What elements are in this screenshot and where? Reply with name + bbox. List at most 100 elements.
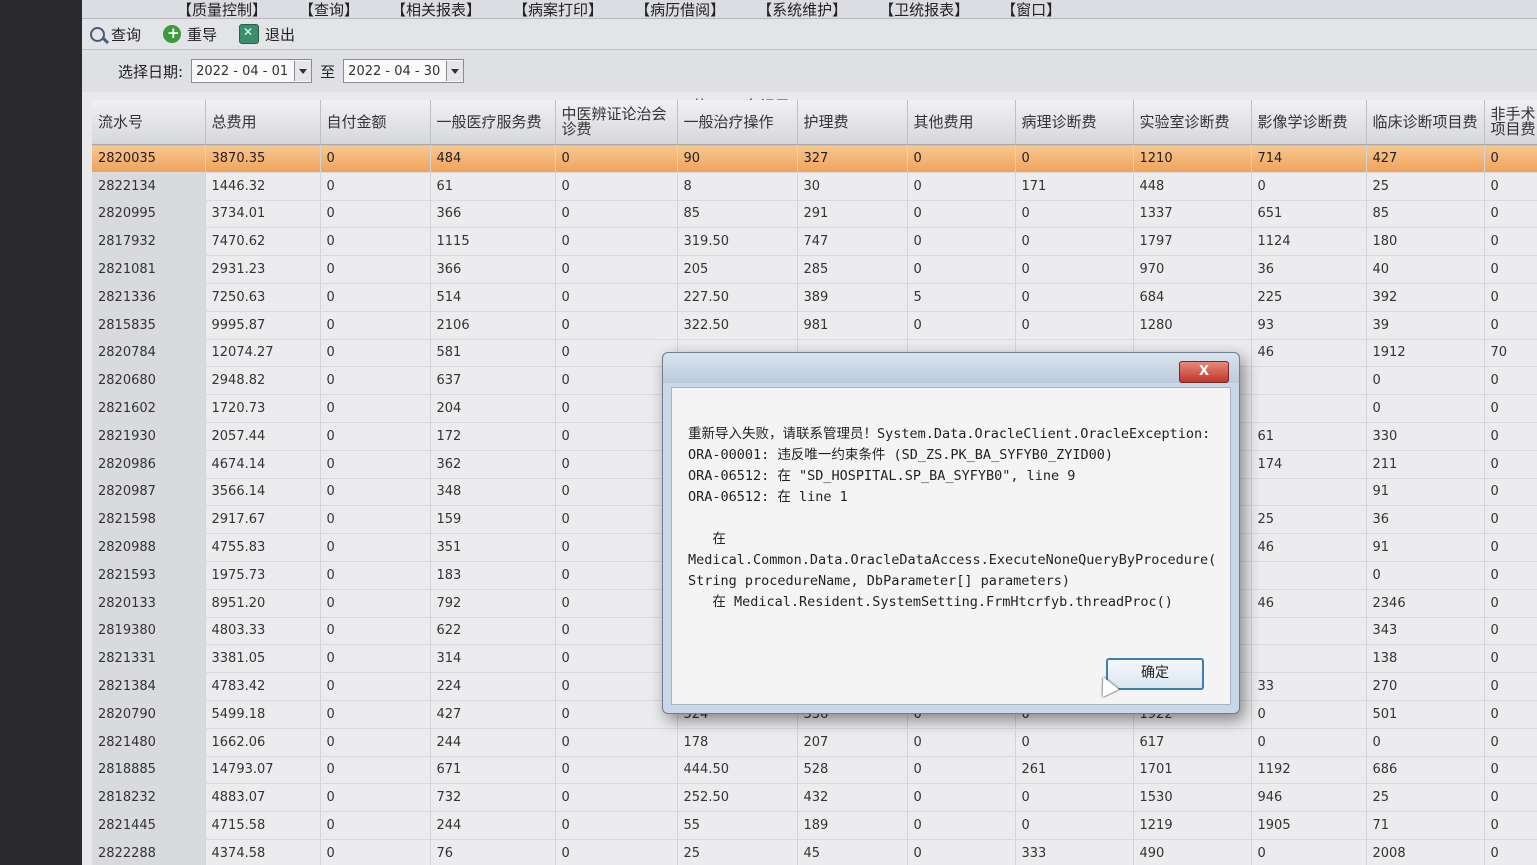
table-cell: 0 — [907, 200, 1016, 229]
table-row[interactable]: 2820995 3734.01 0 366 0 85 291 0 0 1337 651 85 0 — [92, 200, 1537, 229]
table-cell: 1530 — [1133, 783, 1252, 813]
ok-button[interactable]: 确定 — [1106, 658, 1204, 690]
table-cell: 0 — [555, 756, 678, 785]
column-header[interactable]: 一般治疗操作 — [677, 100, 798, 145]
table-cell: 90 — [677, 144, 798, 173]
table-cell: 970 — [1133, 255, 1252, 284]
table-cell: 0 — [1484, 200, 1537, 229]
column-header[interactable]: 总费用 — [205, 100, 321, 145]
table-cell: 4803.33 — [205, 617, 321, 646]
menu-health-statistics[interactable]: 【卫统报表】 — [879, 0, 969, 20]
table-cell: 0 — [555, 839, 678, 865]
table-cell: 651 — [1251, 200, 1367, 229]
query-button[interactable]: 查询 — [90, 24, 141, 45]
table-cell: 46 — [1251, 533, 1367, 562]
table-cell: 0 — [555, 144, 678, 173]
table-cell: 85 — [677, 200, 798, 229]
table-cell: 0 — [907, 144, 1016, 173]
table-cell: 2822288 — [92, 839, 206, 865]
table-cell: 2948.82 — [205, 366, 321, 396]
table-cell: 1720.73 — [205, 394, 321, 423]
table-cell: 0 — [1015, 144, 1134, 173]
table-cell: 322.50 — [677, 311, 798, 340]
table-cell: 0 — [1251, 728, 1367, 757]
menu-system-maintenance[interactable]: 【系统维护】 — [757, 0, 847, 20]
column-header[interactable]: 影像学诊断费 — [1251, 100, 1367, 145]
table-cell: 0 — [320, 283, 431, 312]
table-cell: 61 — [430, 172, 556, 201]
table-row[interactable]: 2822288 4374.58 0 76 0 25 45 0 333 490 0 2008 0 — [92, 839, 1537, 865]
table-cell: 0 — [1484, 172, 1537, 201]
column-header[interactable]: 一般医疗服务费 — [430, 100, 556, 145]
table-row[interactable]: 2817932 7470.62 0 1115 0 319.50 747 0 0 1797 1124 1… — [92, 227, 1537, 257]
menu-record-borrow[interactable]: 【病历借阅】 — [635, 0, 725, 20]
table-cell: 2931.23 — [205, 255, 321, 284]
menu-record-print[interactable]: 【病案打印】 — [513, 0, 603, 20]
table-cell: 0 — [320, 533, 431, 562]
table-cell: 172 — [430, 422, 556, 451]
table-cell: 93 — [1251, 311, 1367, 340]
start-date-picker[interactable]: 2022 - 04 - 01 — [191, 59, 313, 83]
column-header[interactable]: 临床诊断项目费 — [1366, 100, 1485, 145]
reimport-button[interactable]: 重导 — [163, 24, 217, 45]
table-cell: 0 — [320, 811, 431, 840]
table-cell: 225 — [1251, 283, 1367, 312]
table-cell: 0 — [1484, 644, 1537, 674]
table-cell: 2821081 — [92, 255, 206, 284]
table-row[interactable]: 2820035 3870.35 0 484 0 90 327 0 0 1210 714 427 0 — [92, 144, 1537, 173]
table-cell: 432 — [797, 783, 908, 813]
column-header[interactable]: 实验室诊断费 — [1133, 100, 1252, 145]
chevron-down-icon[interactable] — [294, 61, 312, 81]
table-cell: 70 — [1484, 339, 1537, 368]
table-cell: 343 — [1366, 617, 1485, 646]
table-cell: 622 — [430, 617, 556, 646]
table-cell: 348 — [430, 478, 556, 507]
table-cell: 514 — [430, 283, 556, 312]
table-cell: 61 — [1251, 422, 1367, 451]
column-header[interactable]: 流水号 — [92, 100, 206, 145]
column-header[interactable]: 病理诊断费 — [1015, 100, 1134, 145]
table-cell: 14793.07 — [205, 756, 321, 785]
table-cell: 0 — [1484, 589, 1537, 618]
table-row[interactable]: 2821081 2931.23 0 366 0 205 285 0 0 970 36 40 0 — [92, 255, 1537, 284]
table-cell: 0 — [320, 366, 431, 396]
table-row[interactable]: 2821336 7250.63 0 514 0 227.50 389 5 0 684 225 392 0 — [92, 283, 1537, 312]
table-cell: 46 — [1251, 339, 1367, 368]
end-date-picker[interactable]: 2022 - 04 - 30 — [343, 59, 465, 83]
column-header[interactable]: 护理费 — [797, 100, 908, 145]
toolbar: 查询 重导 退出 — [82, 19, 1537, 50]
table-cell: 362 — [430, 450, 556, 479]
menu-reports[interactable]: 【相关报表】 — [391, 0, 481, 20]
table-cell: 180 — [1366, 227, 1485, 257]
table-cell: 4755.83 — [205, 533, 321, 562]
table-cell: 684 — [1133, 283, 1252, 312]
table-cell: 448 — [1133, 172, 1252, 201]
menu-window[interactable]: 【窗口】 — [1001, 0, 1061, 20]
table-cell: 2821930 — [92, 422, 206, 451]
table-cell: 1219 — [1133, 811, 1252, 840]
table-cell: 1905 — [1251, 811, 1367, 840]
application-window: 【质量控制】 【查询】 【相关报表】 【病案打印】 【病历借阅】 【系统维护】 … — [82, 0, 1537, 865]
column-header[interactable]: 非手术项目费 — [1484, 100, 1537, 145]
table-cell: 366 — [430, 200, 556, 229]
table-row[interactable]: 2821480 1662.06 0 244 0 178 207 0 0 617 0 0 0 — [92, 728, 1537, 757]
menu-quality-control[interactable]: 【质量控制】 — [177, 0, 267, 20]
table-row[interactable]: 2822134 1446.32 0 61 0 8 30 0 171 448 0 25 0 — [92, 172, 1537, 201]
chevron-down-icon[interactable] — [446, 61, 464, 81]
column-header[interactable]: 其他费用 — [907, 100, 1016, 145]
table-cell: 0 — [1484, 811, 1537, 840]
menu-query[interactable]: 【查询】 — [299, 0, 359, 20]
close-icon[interactable]: X — [1179, 361, 1229, 383]
column-header[interactable]: 自付金额 — [320, 100, 431, 145]
table-cell: 0 — [1484, 422, 1537, 451]
table-row[interactable]: 2821445 4715.58 0 244 0 55 189 0 0 1219 1905 71 0 — [92, 811, 1537, 840]
table-row[interactable]: 2818885 14793.07 0 671 0 444.50 528 0 261 1701 119… — [92, 756, 1537, 785]
table-cell: 1210 — [1133, 144, 1252, 173]
table-cell: 55 — [677, 811, 798, 840]
exit-button[interactable]: 退出 — [239, 24, 295, 45]
table-row[interactable]: 2815835 9995.87 0 2106 0 322.50 981 0 0 1280 93 39 0 — [92, 311, 1537, 340]
column-header[interactable]: 中医辨证论治会诊费 — [555, 100, 678, 145]
table-cell: 686 — [1366, 756, 1485, 785]
table-row[interactable]: 2818232 4883.07 0 732 0 252.50 432 0 0 1530 946 25 0 — [92, 783, 1537, 813]
table-cell: 0 — [320, 839, 431, 865]
